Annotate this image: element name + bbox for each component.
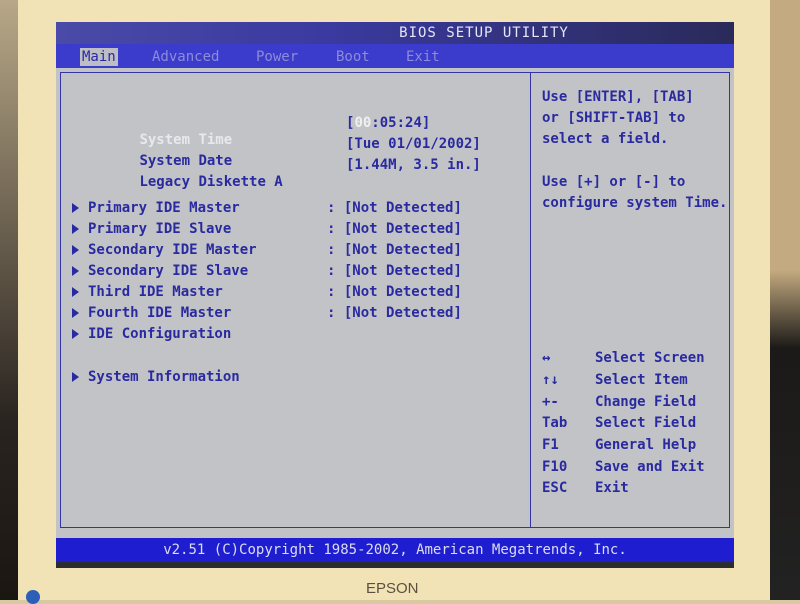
power-led	[26, 590, 40, 604]
secondary-ide-slave-value: : [Not Detected]	[327, 262, 462, 280]
submenu-system-information[interactable]: System Information	[72, 368, 240, 386]
help-line: Use [+] or [-] to	[542, 174, 686, 190]
key-label: ESC	[542, 480, 568, 496]
key-label: F1	[542, 437, 559, 453]
status-value: [Not Detected]	[343, 305, 462, 321]
separator: :	[327, 200, 336, 216]
tab-exit[interactable]: Exit	[404, 48, 442, 66]
title-bar: BIOS SETUP UTILITY	[56, 22, 734, 44]
tab-advanced[interactable]: Advanced	[150, 48, 221, 66]
time-rest: :05:24]	[371, 115, 431, 131]
submenu-label: Primary IDE Slave	[88, 221, 232, 237]
help-line: select a field.	[542, 131, 669, 147]
submenu-ide-configuration[interactable]: IDE Configuration	[72, 325, 231, 343]
status-value: [Not Detected]	[343, 200, 462, 216]
status-value: [Not Detected]	[343, 263, 462, 279]
key-desc: Save and Exit	[595, 459, 705, 475]
submenu-arrow-icon	[72, 329, 79, 339]
secondary-ide-master-value: : [Not Detected]	[327, 241, 462, 259]
primary-ide-master-value: : [Not Detected]	[327, 199, 462, 217]
third-ide-master-value: : [Not Detected]	[327, 283, 462, 301]
status-value: [Not Detected]	[343, 221, 462, 237]
submenu-label: Fourth IDE Master	[88, 305, 232, 321]
bios-screen: BIOS SETUP UTILITY Main Advanced Power B…	[56, 22, 734, 568]
help-panel: Use [ENTER], [TAB] or [SHIFT-TAB] to sel…	[530, 72, 730, 528]
window-title: BIOS SETUP UTILITY	[399, 25, 569, 41]
separator: :	[327, 221, 336, 237]
settings-panel: System Time [00:05:24] System Date [Tue …	[60, 72, 531, 528]
submenu-arrow-icon	[72, 203, 79, 213]
tab-power[interactable]: Power	[254, 48, 300, 66]
submenu-label: System Information	[88, 369, 240, 385]
help-line: or [SHIFT-TAB] to	[542, 110, 686, 126]
up-down-arrow-icon: ↑↓	[542, 372, 559, 388]
content-area: System Time [00:05:24] System Date [Tue …	[56, 68, 734, 538]
submenu-arrow-icon	[72, 372, 79, 382]
tab-boot[interactable]: Boot	[334, 48, 372, 66]
key-desc: Exit	[595, 480, 629, 496]
left-right-arrow-icon: ↔	[542, 350, 551, 366]
separator: :	[327, 242, 336, 258]
status-value: [Not Detected]	[343, 242, 462, 258]
key-desc: Select Screen	[595, 350, 705, 366]
setting-label: Legacy Diskette A	[139, 174, 283, 190]
submenu-arrow-icon	[72, 245, 79, 255]
separator: :	[327, 284, 336, 300]
menu-bar: Main Advanced Power Boot Exit	[56, 44, 734, 68]
submenu-label: IDE Configuration	[88, 326, 232, 342]
submenu-arrow-icon	[72, 224, 79, 234]
key-desc: General Help	[595, 437, 697, 453]
submenu-arrow-icon	[72, 308, 79, 318]
time-hour-field[interactable]: 00	[354, 115, 371, 131]
submenu-primary-ide-slave[interactable]: Primary IDE Slave	[72, 220, 231, 238]
submenu-label: Secondary IDE Slave	[88, 263, 249, 279]
submenu-label: Third IDE Master	[88, 284, 223, 300]
plus-minus-icon: +-	[542, 394, 559, 410]
help-line: Use [ENTER], [TAB]	[542, 89, 694, 105]
submenu-label: Secondary IDE Master	[88, 242, 257, 258]
legacy-diskette-value[interactable]: [1.44M, 3.5 in.]	[346, 156, 481, 174]
primary-ide-slave-value: : [Not Detected]	[327, 220, 462, 238]
key-desc: Select Field	[595, 415, 697, 431]
submenu-fourth-ide-master[interactable]: Fourth IDE Master	[72, 304, 231, 322]
key-desc: Select Item	[595, 372, 688, 388]
help-line: configure system Time.	[542, 195, 728, 211]
key-label: F10	[542, 459, 568, 475]
system-time-value[interactable]: [00:05:24]	[346, 114, 430, 132]
system-date-value[interactable]: [Tue 01/01/2002]	[346, 135, 481, 153]
status-value: [Not Detected]	[343, 284, 462, 300]
submenu-primary-ide-master[interactable]: Primary IDE Master	[72, 199, 240, 217]
key-desc: Change Field	[595, 394, 697, 410]
submenu-secondary-ide-slave[interactable]: Secondary IDE Slave	[72, 262, 248, 280]
fourth-ide-master-value: : [Not Detected]	[327, 304, 462, 322]
submenu-arrow-icon	[72, 266, 79, 276]
separator: :	[327, 263, 336, 279]
separator: :	[327, 305, 336, 321]
submenu-arrow-icon	[72, 287, 79, 297]
tab-main[interactable]: Main	[80, 48, 118, 66]
copyright-footer: v2.51 (C)Copyright 1985-2002, American M…	[56, 538, 734, 562]
monitor-brand: EPSON	[366, 580, 419, 597]
submenu-secondary-ide-master[interactable]: Secondary IDE Master	[72, 241, 257, 259]
submenu-third-ide-master[interactable]: Third IDE Master	[72, 283, 223, 301]
key-label: Tab	[542, 415, 568, 431]
submenu-label: Primary IDE Master	[88, 200, 240, 216]
